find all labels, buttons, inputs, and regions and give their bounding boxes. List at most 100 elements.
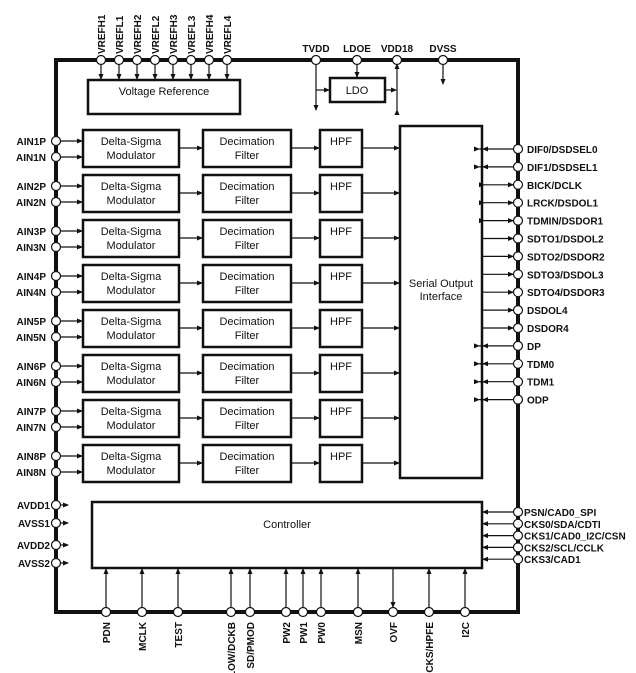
pin-i2c: [459, 606, 471, 618]
pin-cks0-sda-cdti: [512, 518, 524, 529]
modulator-label: Delta-Sigma: [101, 451, 162, 463]
pin-label: CKS2/SCL/CCLK: [524, 543, 605, 554]
pin-sdto4-dsdor3: [512, 287, 524, 298]
block-diagram: Voltage Reference VREFH1 VREFL1 VREFH2 VREFL…: [16, 14, 626, 673]
pin-label: ODP: [527, 396, 549, 407]
pin-label: CKS1/CAD0_I2C/CSN: [524, 532, 626, 543]
pin-msn: [352, 606, 364, 618]
decimation-label: Decimation: [219, 271, 274, 283]
pin-vrefh3: [167, 54, 179, 66]
modulator-label: Delta-Sigma: [101, 361, 162, 373]
pin-ain1p: [50, 135, 62, 147]
decimation-label: Decimation: [219, 181, 274, 193]
pin-ain7n: [50, 421, 62, 433]
pin-label: AVSS1: [18, 519, 50, 530]
modulator-label: Modulator: [107, 195, 156, 207]
pin-label: VREFL2: [151, 15, 162, 54]
modulator-label: Delta-Sigma: [101, 271, 162, 283]
modulator-label: Delta-Sigma: [101, 316, 162, 328]
pin-label: SD/PMOD: [246, 622, 257, 669]
pin-dif1-dsdsel1: [512, 161, 524, 172]
pin-label: VREFH1: [97, 14, 108, 54]
modulator-label: Modulator: [107, 420, 156, 432]
hpf-label: HPF: [330, 406, 352, 418]
pin-ain6n: [50, 376, 62, 388]
hpf-label: HPF: [330, 451, 352, 463]
pin-dsdol4: [512, 305, 524, 316]
decimation-label: Filter: [235, 330, 260, 342]
pin-label: AIN8N: [16, 468, 46, 479]
pin-pw2: [280, 606, 292, 618]
modulator-label: Modulator: [107, 330, 156, 342]
pin-label: VREFL4: [223, 15, 234, 54]
pin-label: PDN: [102, 622, 113, 643]
pin-label: SDTO1/DSDOL2: [527, 235, 604, 246]
pin-ovf: [387, 606, 399, 618]
pin-label: AIN6P: [17, 362, 47, 373]
pin-avdd2: [50, 539, 62, 551]
pin-dsdor4: [512, 322, 524, 334]
pin-label: AIN2P: [17, 182, 47, 193]
pin-ain3n: [50, 241, 62, 253]
modulator-label: Delta-Sigma: [101, 181, 162, 193]
pin-label: DSDOR4: [527, 324, 569, 335]
pin-label: BICK/DCLK: [527, 181, 583, 192]
pin-vrefh1: [95, 54, 107, 66]
pin-ain4n: [50, 286, 62, 298]
pin-label: PSN/CAD0_SPI: [524, 508, 596, 519]
decimation-label: Decimation: [219, 361, 274, 373]
pin-tdm1: [512, 376, 524, 387]
pin-sdto2-dsdor2: [512, 251, 524, 262]
pin-sdto1-dsdol2: [512, 233, 524, 244]
decimation-label: Decimation: [219, 226, 274, 238]
pin-label: AIN5P: [17, 317, 47, 328]
pin-tdm0: [512, 358, 524, 369]
pin-mclk: [136, 606, 148, 618]
pin-label: DSDOL4: [527, 306, 568, 317]
pin-label: MSN: [354, 622, 365, 644]
decimation-label: Decimation: [219, 451, 274, 463]
pin-label: CKS3/CAD1: [524, 555, 581, 566]
pin-odp: [512, 394, 524, 405]
pin-label: VREFL1: [115, 15, 126, 54]
decimation-label: Decimation: [219, 316, 274, 328]
pin-label: AVDD2: [17, 541, 51, 552]
pin-ain2n: [50, 196, 62, 208]
pin-vdd18: [391, 54, 403, 66]
pin-label: LRCK/DSDOL1: [527, 199, 599, 210]
pin-label: AIN5N: [16, 333, 46, 344]
pin-label: MCLK: [138, 621, 149, 651]
pin-label: AIN7N: [16, 423, 46, 434]
pin-pdn: [100, 606, 112, 618]
pin-tvdd: [310, 54, 322, 66]
serial-output-label: Serial Output: [409, 278, 473, 290]
pin-dif0-dsdsel0: [512, 143, 524, 155]
pin-ain3p: [50, 225, 62, 237]
pin-vrefl1: [113, 54, 125, 66]
pin-label: TDM1: [527, 378, 555, 389]
pin-label: AVSS2: [18, 559, 50, 570]
pin-avdd1: [50, 499, 62, 511]
pin-sdto3-dsdol3: [512, 269, 524, 280]
pin-label: DVSS: [429, 44, 457, 55]
modulator-label: Modulator: [107, 150, 156, 162]
pin-label: DIF0/DSDSEL0: [527, 145, 598, 156]
pin-ain2p: [50, 180, 62, 192]
pin-label: VDD18: [381, 44, 414, 55]
pin-cks2-scl-cclk: [512, 542, 524, 553]
pin-tdmin-dsdor1: [512, 215, 524, 226]
pin-cks1-cad0_i2c-csn: [512, 530, 524, 541]
pin-label: TEST: [174, 622, 185, 648]
modulator-label: Modulator: [107, 465, 156, 477]
pin-label: AIN3N: [16, 243, 46, 254]
pin-ain8n: [50, 466, 62, 478]
pin-label: AIN8P: [17, 452, 47, 463]
controller-block: [90, 500, 484, 570]
pin-ain1n: [50, 151, 62, 163]
decimation-label: Filter: [235, 150, 260, 162]
pin-slow-dckb: [225, 606, 237, 618]
pin-vrefh2: [131, 54, 143, 66]
pin-psn-cad0_spi: [512, 506, 524, 518]
pin-avss1: [50, 517, 62, 529]
pin-vrefl4: [221, 54, 233, 66]
